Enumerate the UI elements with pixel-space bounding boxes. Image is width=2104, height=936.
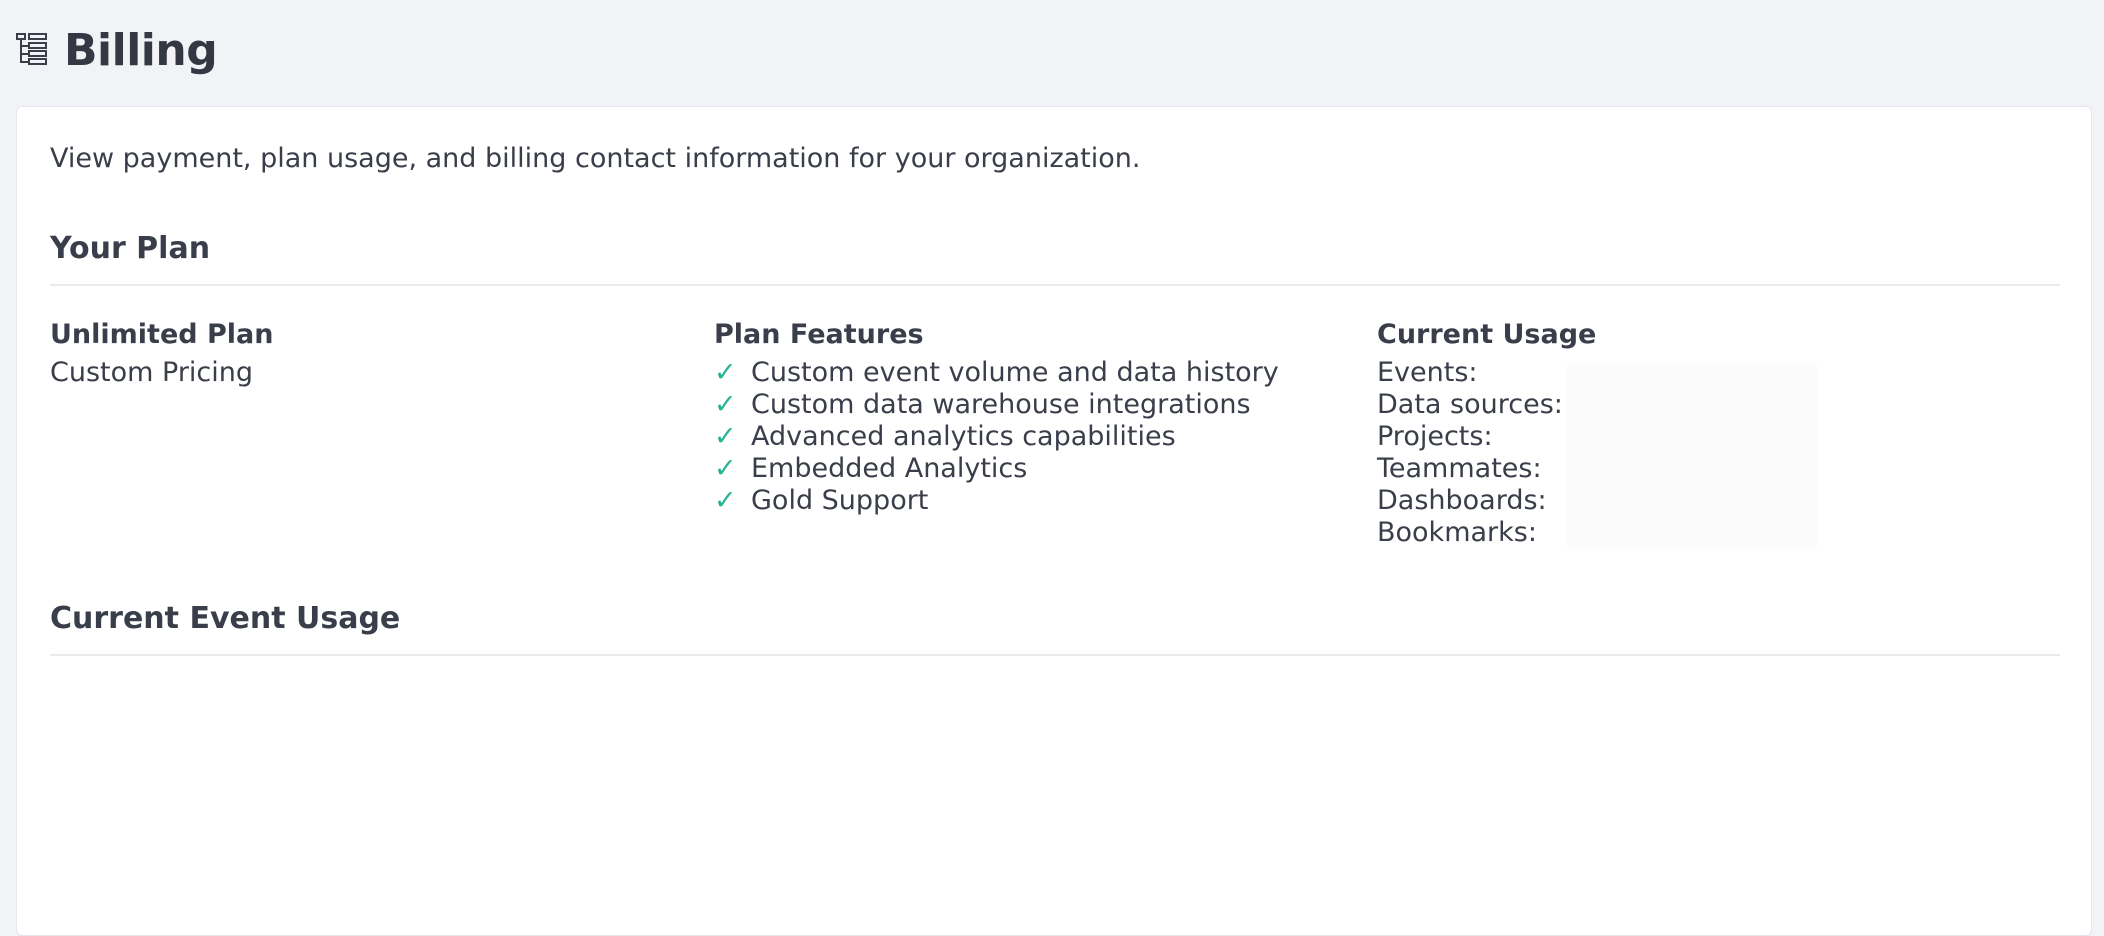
- page-header: Billing: [16, 20, 218, 80]
- feature-item: ✓ Gold Support: [714, 485, 1279, 517]
- plan-pricing: Custom Pricing: [50, 357, 254, 388]
- check-icon: ✓: [714, 453, 737, 484]
- check-icon: ✓: [714, 421, 737, 452]
- feature-item: ✓ Custom data warehouse integrations: [714, 389, 1279, 421]
- feature-label: Gold Support: [751, 485, 929, 516]
- plan-name: Unlimited Plan: [50, 319, 274, 350]
- check-icon: ✓: [714, 389, 737, 420]
- feature-label: Custom data warehouse integrations: [751, 389, 1251, 420]
- billing-panel: View payment, plan usage, and billing co…: [16, 106, 2092, 936]
- current-event-usage-heading: Current Event Usage: [50, 601, 401, 636]
- usage-label-dashboards: Dashboards:: [1377, 485, 1547, 516]
- billing-intro-text: View payment, plan usage, and billing co…: [50, 143, 1141, 174]
- event-usage-divider: [50, 654, 2060, 656]
- check-icon: ✓: [714, 357, 737, 388]
- feature-item: ✓ Advanced analytics capabilities: [714, 421, 1279, 453]
- usage-values-redacted: [1567, 363, 1817, 549]
- feature-label: Custom event volume and data history: [751, 357, 1279, 388]
- feature-label: Advanced analytics capabilities: [751, 421, 1176, 452]
- plan-column: Unlimited Plan Custom Pricing: [50, 317, 273, 389]
- usage-label-projects: Projects:: [1377, 421, 1493, 452]
- usage-label-data-sources: Data sources:: [1377, 389, 1563, 420]
- your-plan-divider: [50, 284, 2060, 286]
- check-icon: ✓: [714, 485, 737, 516]
- usage-label-bookmarks: Bookmarks:: [1377, 517, 1537, 548]
- plan-features-column: Plan Features ✓ Custom event volume and d…: [714, 317, 1279, 517]
- page-title: Billing: [64, 24, 218, 76]
- usage-label-events: Events:: [1377, 357, 1478, 388]
- plan-features-heading: Plan Features: [714, 319, 924, 350]
- usage-label-teammates: Teammates:: [1377, 453, 1542, 484]
- feature-item: ✓ Custom event volume and data history: [714, 357, 1279, 389]
- feature-label: Embedded Analytics: [751, 453, 1028, 484]
- feature-item: ✓ Embedded Analytics: [714, 453, 1279, 485]
- current-usage-column: Current Usage Events: Data sources: Proj…: [1377, 317, 1596, 549]
- your-plan-heading: Your Plan: [50, 231, 211, 266]
- current-usage-heading: Current Usage: [1377, 319, 1597, 350]
- tree-structure-icon[interactable]: [16, 32, 48, 68]
